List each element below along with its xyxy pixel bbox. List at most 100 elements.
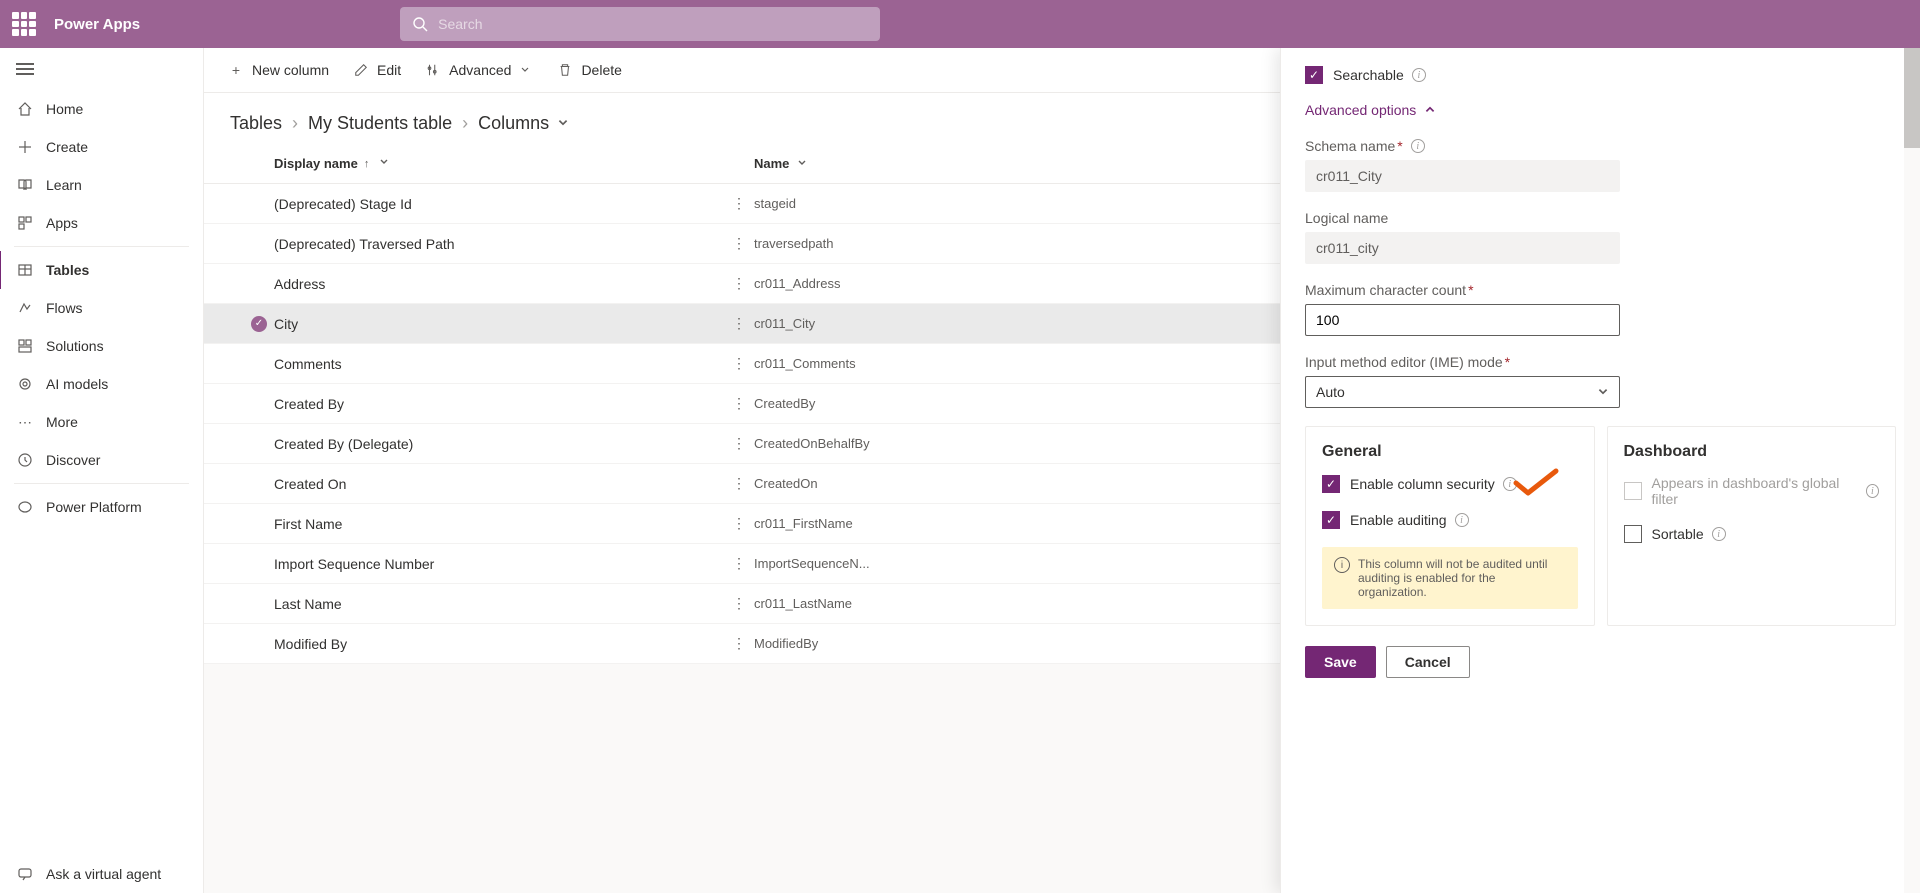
- row-menu-button[interactable]: ⋮: [724, 355, 754, 372]
- nav-separator: [14, 483, 189, 484]
- row-menu-button[interactable]: ⋮: [724, 515, 754, 532]
- row-menu-button[interactable]: ⋮: [724, 555, 754, 572]
- chat-icon: [16, 865, 34, 883]
- sortable-checkbox[interactable]: [1624, 525, 1642, 543]
- row-name: traversedpath: [754, 236, 834, 251]
- row-name: ImportSequenceN...: [754, 556, 870, 571]
- cmd-edit[interactable]: Edit: [343, 56, 411, 84]
- dashboard-heading: Dashboard: [1624, 443, 1880, 461]
- nav-more[interactable]: ⋯More: [0, 403, 203, 441]
- trash-icon: [557, 62, 573, 78]
- nav-solutions[interactable]: Solutions: [0, 327, 203, 365]
- dashboard-filter-checkbox[interactable]: [1624, 482, 1642, 500]
- dashboard-card: Dashboard Appears in dashboard's global …: [1607, 426, 1897, 626]
- advanced-options-toggle[interactable]: Advanced options: [1305, 102, 1896, 118]
- breadcrumb-separator: ›: [462, 113, 468, 134]
- cmd-advanced[interactable]: Advanced: [415, 56, 543, 84]
- searchable-label: Searchable: [1333, 67, 1404, 83]
- row-menu-button[interactable]: ⋮: [724, 195, 754, 212]
- nav-ask-label: Ask a virtual agent: [46, 866, 161, 882]
- edit-column-panel: ✓ Searchable i Advanced options Schema n…: [1280, 48, 1920, 893]
- advanced-options-label: Advanced options: [1305, 102, 1416, 118]
- cancel-button[interactable]: Cancel: [1386, 646, 1470, 678]
- book-icon: [16, 176, 34, 194]
- nav-create[interactable]: Create: [0, 128, 203, 166]
- row-name: ModifiedBy: [754, 636, 818, 651]
- breadcrumb-entity[interactable]: My Students table: [308, 113, 452, 134]
- nav-learn-label: Learn: [46, 177, 82, 193]
- dashboard-filter-label: Appears in dashboard's global filter: [1652, 475, 1858, 507]
- table-icon: [16, 261, 34, 279]
- check-icon: ✓: [251, 316, 267, 332]
- plus-icon: [16, 138, 34, 156]
- nav-discover[interactable]: Discover: [0, 441, 203, 479]
- header-display-name[interactable]: Display name↑: [274, 156, 754, 171]
- breadcrumb-columns[interactable]: Columns: [478, 113, 549, 134]
- cmd-new-column[interactable]: +New column: [218, 56, 339, 84]
- row-menu-button[interactable]: ⋮: [724, 395, 754, 412]
- search-input[interactable]: [438, 16, 868, 32]
- app-header: Power Apps: [0, 0, 1920, 48]
- row-name: CreatedOn: [754, 476, 818, 491]
- info-icon[interactable]: i: [1503, 477, 1517, 491]
- row-menu-button[interactable]: ⋮: [724, 275, 754, 292]
- logical-name-input: [1305, 232, 1620, 264]
- nav-tables[interactable]: Tables: [0, 251, 203, 289]
- info-icon[interactable]: i: [1412, 68, 1426, 82]
- nav-learn[interactable]: Learn: [0, 166, 203, 204]
- searchable-checkbox[interactable]: ✓: [1305, 66, 1323, 84]
- header-name[interactable]: Name: [754, 156, 807, 171]
- info-icon[interactable]: i: [1411, 139, 1425, 153]
- nav-create-label: Create: [46, 139, 88, 155]
- plus-icon: +: [228, 62, 244, 78]
- info-icon[interactable]: i: [1712, 527, 1726, 541]
- save-button[interactable]: Save: [1305, 646, 1376, 678]
- row-menu-button[interactable]: ⋮: [724, 235, 754, 252]
- enable-security-label: Enable column security: [1350, 476, 1495, 492]
- row-menu-button[interactable]: ⋮: [724, 435, 754, 452]
- info-icon[interactable]: i: [1455, 513, 1469, 527]
- cmd-delete[interactable]: Delete: [547, 56, 631, 84]
- hamburger-icon[interactable]: [0, 48, 203, 90]
- chevron-down-icon: [1597, 386, 1609, 398]
- nav-platform[interactable]: Power Platform: [0, 488, 203, 526]
- row-menu-button[interactable]: ⋮: [724, 315, 754, 332]
- enable-security-checkbox[interactable]: ✓: [1322, 475, 1340, 493]
- chevron-down-icon[interactable]: [379, 157, 389, 170]
- waffle-icon[interactable]: [12, 12, 36, 36]
- scrollbar-thumb[interactable]: [1904, 48, 1920, 148]
- cmd-advanced-label: Advanced: [449, 62, 511, 78]
- ime-mode-value: Auto: [1316, 384, 1345, 400]
- ime-mode-select[interactable]: Auto: [1305, 376, 1620, 408]
- scrollbar[interactable]: [1904, 48, 1920, 893]
- max-char-input[interactable]: [1305, 304, 1620, 336]
- nav-ai[interactable]: AI models: [0, 365, 203, 403]
- row-menu-button[interactable]: ⋮: [724, 635, 754, 652]
- sort-asc-icon: ↑: [364, 158, 370, 170]
- row-name: cr011_Comments: [754, 356, 856, 371]
- annotation-checkmark: [1512, 467, 1560, 497]
- enable-auditing-checkbox[interactable]: ✓: [1322, 511, 1340, 529]
- info-icon[interactable]: i: [1866, 484, 1879, 498]
- breadcrumb-tables[interactable]: Tables: [230, 113, 282, 134]
- clock-icon: [16, 451, 34, 469]
- row-display-name: Import Sequence Number: [274, 556, 724, 572]
- audit-warning: iThis column will not be audited until a…: [1322, 547, 1578, 609]
- chevron-down-icon[interactable]: [557, 113, 569, 134]
- nav-flows[interactable]: Flows: [0, 289, 203, 327]
- search-box[interactable]: [400, 7, 880, 41]
- nav-apps[interactable]: Apps: [0, 204, 203, 242]
- row-menu-button[interactable]: ⋮: [724, 475, 754, 492]
- schema-name-label: Schema name*i: [1305, 138, 1896, 154]
- row-select[interactable]: ✓: [244, 316, 274, 332]
- nav-ask-agent[interactable]: Ask a virtual agent: [0, 855, 203, 893]
- row-menu-button[interactable]: ⋮: [724, 595, 754, 612]
- nav-home[interactable]: Home: [0, 90, 203, 128]
- left-nav: Home Create Learn Apps Tables Flows Solu…: [0, 48, 204, 893]
- row-name: stageid: [754, 196, 796, 211]
- general-card: General ✓Enable column securityi ✓Enable…: [1305, 426, 1595, 626]
- row-name: cr011_FirstName: [754, 516, 853, 531]
- home-icon: [16, 100, 34, 118]
- row-display-name: First Name: [274, 516, 724, 532]
- chevron-down-icon[interactable]: [797, 159, 807, 171]
